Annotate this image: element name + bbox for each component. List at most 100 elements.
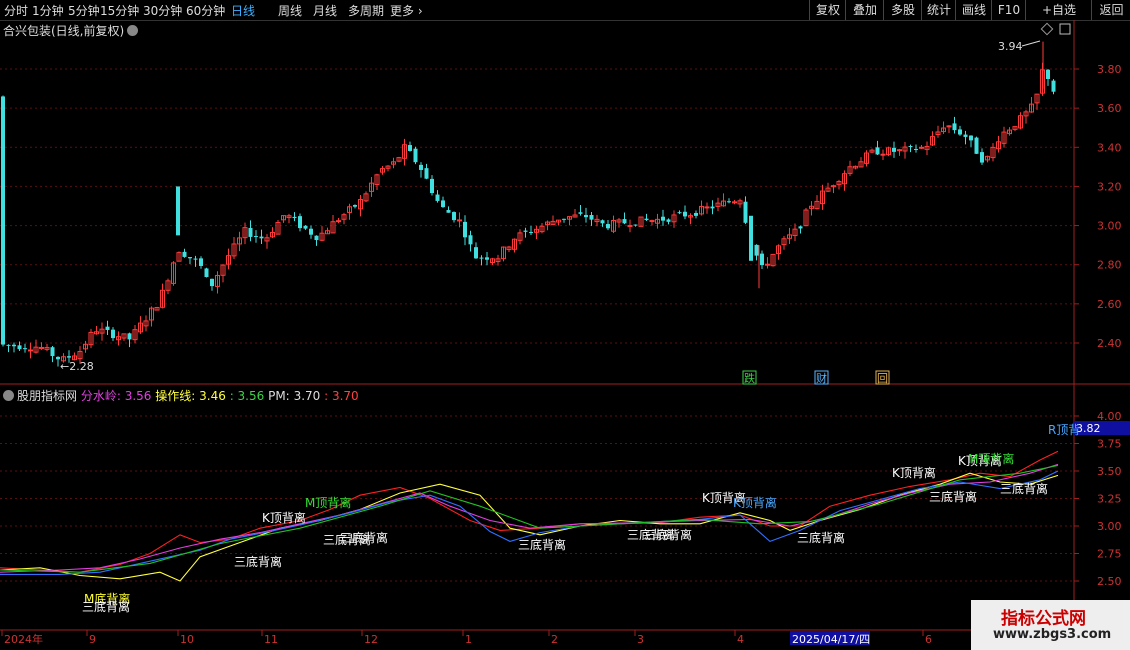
candle-body: [413, 148, 418, 163]
candle-body: [661, 216, 665, 221]
divergence-label-13: K顶背离: [892, 465, 936, 480]
candle: [941, 121, 946, 134]
candle: [567, 216, 572, 226]
candle: [864, 150, 869, 167]
date-label-5: 1: [465, 633, 472, 646]
candle: [694, 210, 698, 219]
candle: [952, 116, 957, 134]
panel-toggle-icon: [1059, 23, 1071, 35]
divergence-label-12: 三底背离: [797, 530, 845, 545]
candle: [892, 141, 896, 158]
candle-body: [50, 347, 55, 357]
candle-body: [292, 216, 297, 219]
date-label-9: 2025/04/17/四: [792, 633, 870, 646]
candle: [121, 333, 127, 341]
candle: [1029, 96, 1034, 113]
candle: [506, 245, 512, 253]
current-divergence-label: R顶背: [1048, 423, 1080, 437]
candle: [105, 320, 110, 335]
candle: [254, 230, 258, 243]
candle: [836, 179, 842, 190]
candle-body: [578, 212, 583, 214]
candle: [1007, 127, 1012, 136]
candle: [358, 194, 363, 217]
candle: [298, 213, 302, 232]
candle-body: [111, 329, 115, 339]
candle: [969, 135, 973, 147]
date-label-0: 2024年: [4, 632, 43, 646]
candle: [1001, 126, 1007, 148]
candle: [385, 165, 391, 172]
candle: [1018, 112, 1023, 130]
divergence-label-14: 三底背离: [929, 489, 977, 504]
candle: [369, 176, 374, 197]
candle-body: [259, 236, 264, 239]
candle: [996, 135, 1001, 153]
candle: [485, 252, 489, 266]
candle-body: [529, 232, 533, 234]
candle-body: [210, 278, 214, 287]
candle-body: [644, 218, 649, 221]
candle-body: [446, 210, 451, 213]
candle: [1046, 68, 1050, 86]
indicator-tick-label-5: 2.75: [1097, 548, 1122, 561]
candle: [523, 227, 528, 238]
candle-body: [336, 220, 341, 223]
candle: [721, 193, 726, 207]
candle-body: [353, 205, 357, 207]
candle-body: [309, 228, 313, 235]
candle-body: [914, 148, 918, 150]
indicator-tick-label-4: 3.00: [1097, 520, 1122, 533]
candle: [517, 229, 523, 245]
date-label-8: 4: [737, 633, 744, 646]
candle: [424, 163, 429, 180]
candle: [787, 227, 792, 244]
candle: [781, 235, 787, 250]
candle: [875, 140, 880, 156]
candle: [655, 213, 660, 229]
candle-body: [880, 153, 886, 156]
date-label-3: 11: [264, 633, 278, 646]
divergence-label-16: M顶背离: [968, 451, 1014, 466]
candle: [594, 214, 600, 227]
candle: [512, 238, 517, 253]
chart-canvas[interactable]: 3.803.603.403.203.002.802.602.404.003.75…: [0, 0, 1130, 650]
candle-body: [28, 349, 33, 352]
candle-body: [463, 221, 467, 238]
candle: [539, 222, 545, 234]
candle: [220, 264, 226, 283]
watermark-url: www.zbgs3.com: [993, 627, 1112, 642]
series-yellow-line: [0, 472, 1059, 582]
date-label-1: 9: [89, 633, 96, 646]
candle: [550, 215, 556, 225]
candle: [914, 144, 918, 153]
candle: [661, 209, 665, 226]
indicator-tick-label-1: 3.75: [1097, 438, 1122, 451]
candle: [430, 175, 434, 196]
candle: [886, 146, 891, 157]
candle: [111, 327, 115, 341]
candle: [792, 223, 798, 242]
candle: [688, 213, 693, 225]
date-label-7: 3: [637, 633, 644, 646]
candle: [413, 146, 418, 165]
candle-body: [12, 344, 16, 347]
candle: [94, 325, 99, 335]
candle: [44, 343, 50, 352]
candle: [309, 225, 313, 239]
candle: [627, 219, 633, 233]
candle: [231, 236, 237, 260]
candle: [930, 131, 935, 146]
candle: [638, 216, 644, 227]
candle-body: [969, 135, 973, 141]
candle: [347, 203, 352, 220]
candle: [683, 205, 687, 220]
candle: [562, 218, 566, 223]
candle: [495, 254, 501, 266]
candle: [919, 145, 924, 150]
candle-body: [419, 164, 423, 170]
candle: [798, 225, 803, 234]
candle: [330, 215, 336, 234]
candle: [188, 256, 192, 265]
candle: [809, 201, 814, 216]
